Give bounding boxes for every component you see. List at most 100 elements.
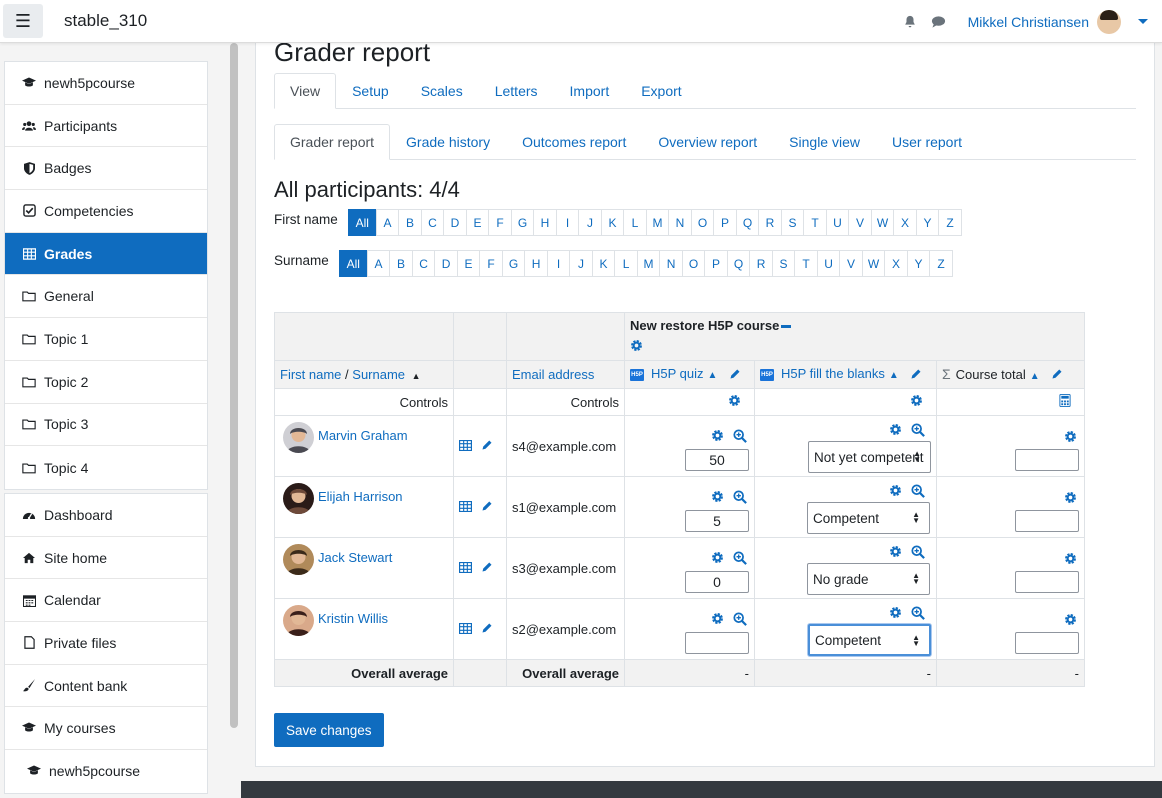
surname-initial-q[interactable]: Q (726, 250, 751, 277)
firstname-initial-x[interactable]: X (893, 209, 917, 236)
firstname-initial-i[interactable]: I (555, 209, 580, 236)
firstname-initial-e[interactable]: E (465, 209, 490, 236)
surname-initial-f[interactable]: F (479, 250, 503, 277)
save-changes-button[interactable]: Save changes (274, 713, 384, 747)
edit-pencil-icon[interactable] (910, 368, 922, 383)
sidebar-scrollbar[interactable] (230, 43, 238, 728)
firstname-initial-m[interactable]: M (645, 209, 670, 236)
sidebar-item-participants[interactable]: Participants (5, 105, 207, 148)
quiz-grade-input[interactable] (685, 632, 749, 654)
user-name-link[interactable]: Jack Stewart (318, 550, 392, 565)
gear-icon[interactable] (1064, 430, 1077, 446)
gear-icon[interactable] (889, 606, 902, 623)
tab-grade-history[interactable]: Grade history (390, 124, 506, 160)
surname-initial-l[interactable]: L (614, 250, 638, 277)
surname-initial-m[interactable]: M (636, 250, 661, 277)
surname-initial-all[interactable]: All (338, 250, 368, 277)
surname-initial-k[interactable]: K (591, 250, 616, 277)
sidebar-item-grades[interactable]: Grades (5, 232, 207, 276)
tab-export[interactable]: Export (625, 73, 697, 109)
firstname-initial-p[interactable]: P (713, 209, 737, 236)
calculator-icon[interactable] (1059, 394, 1071, 410)
avatar[interactable] (283, 422, 314, 453)
user-menu-chevron-down-icon[interactable] (1138, 19, 1148, 24)
zoom-in-icon[interactable] (733, 429, 747, 446)
firstname-initial-u[interactable]: U (825, 209, 850, 236)
sidebar-item-my-courses[interactable]: My courses (5, 707, 207, 751)
firstname-initial-l[interactable]: L (623, 209, 647, 236)
sidebar-item-competencies[interactable]: Competencies (5, 190, 207, 233)
quiz-grade-input[interactable]: 50 (685, 449, 749, 471)
gear-icon[interactable] (711, 490, 724, 507)
surname-initial-j[interactable]: J (569, 250, 593, 277)
sort-icon[interactable]: ▲︎ (889, 370, 899, 381)
table-icon[interactable] (458, 622, 473, 637)
zoom-in-icon[interactable] (733, 551, 747, 568)
edit-pencil-icon[interactable] (481, 500, 493, 515)
user-avatar[interactable] (1097, 9, 1121, 34)
total-grade-input[interactable] (1015, 448, 1079, 471)
quiz-grade-input[interactable]: 5 (685, 510, 749, 532)
zoom-in-icon[interactable] (911, 545, 925, 562)
user-name-link[interactable]: Marvin Graham (318, 428, 408, 443)
tab-outcomes-report[interactable]: Outcomes report (506, 124, 642, 160)
collapse-icon[interactable] (781, 325, 792, 329)
sidebar-item-newh5pcourse[interactable]: newh5pcourse (5, 750, 207, 793)
sidebar-item-content-bank[interactable]: Content bank (5, 665, 207, 708)
blanks-grade-select[interactable]: Competent ▲ ▼ (808, 624, 931, 656)
gear-icon[interactable] (1064, 491, 1077, 507)
firstname-initial-y[interactable]: Y (915, 209, 940, 236)
tab-view[interactable]: View (274, 73, 337, 109)
tab-scales[interactable]: Scales (405, 73, 479, 109)
sidebar-item-dashboard[interactable]: Dashboard (5, 494, 207, 537)
drawer-toggle-button[interactable]: ☰ (3, 4, 43, 38)
surname-initial-u[interactable]: U (816, 250, 841, 277)
firstname-initial-g[interactable]: G (510, 209, 535, 236)
quiz-grade-input[interactable]: 0 (685, 571, 749, 593)
avatar[interactable] (283, 605, 314, 636)
firstname-initial-w[interactable]: W (870, 209, 895, 236)
surname-initial-o[interactable]: O (681, 250, 706, 277)
gear-icon[interactable] (711, 429, 724, 446)
firstname-initial-o[interactable]: O (690, 209, 715, 236)
bell-icon[interactable] (902, 14, 918, 30)
gear-icon[interactable] (889, 545, 902, 562)
zoom-in-icon[interactable] (733, 612, 747, 629)
firstname-initial-j[interactable]: J (578, 209, 602, 236)
site-name[interactable]: stable_310 (64, 11, 147, 31)
firstname-initial-d[interactable]: D (443, 209, 467, 236)
surname-initial-t[interactable]: T (794, 250, 818, 277)
sidebar-item-topic-2[interactable]: Topic 2 (5, 361, 207, 404)
quiz-column-link[interactable]: H5P quiz (651, 366, 704, 381)
table-icon[interactable] (458, 561, 473, 576)
tab-single-view[interactable]: Single view (773, 124, 876, 160)
tab-letters[interactable]: Letters (479, 73, 554, 109)
surname-initial-x[interactable]: X (884, 250, 908, 277)
category-gear-icon[interactable] (630, 339, 643, 355)
zoom-in-icon[interactable] (911, 423, 925, 440)
zoom-in-icon[interactable] (911, 606, 925, 623)
sort-email-link[interactable]: Email address (512, 367, 594, 382)
gear-icon[interactable] (728, 394, 741, 410)
edit-pencil-icon[interactable] (481, 622, 493, 637)
gear-icon[interactable] (711, 612, 724, 629)
blanks-column-link[interactable]: H5P fill the blanks (781, 366, 885, 381)
blanks-grade-select[interactable]: No grade ▲ ▼ (807, 563, 930, 595)
tab-import[interactable]: Import (554, 73, 626, 109)
firstname-initial-c[interactable]: C (420, 209, 445, 236)
firstname-initial-a[interactable]: A (375, 209, 400, 236)
sidebar-item-newh5pcourse[interactable]: newh5pcourse (5, 62, 207, 105)
surname-initial-n[interactable]: N (659, 250, 683, 277)
gear-icon[interactable] (1064, 613, 1077, 629)
avatar[interactable] (283, 483, 314, 514)
surname-initial-y[interactable]: Y (906, 250, 931, 277)
tab-user-report[interactable]: User report (876, 124, 978, 160)
gear-icon[interactable] (1064, 552, 1077, 568)
firstname-initial-t[interactable]: T (803, 209, 827, 236)
table-icon[interactable] (458, 500, 473, 515)
sort-surname-link[interactable]: Surname (352, 367, 405, 382)
tab-overview-report[interactable]: Overview report (642, 124, 773, 160)
gear-icon[interactable] (711, 551, 724, 568)
sort-icon[interactable]: ▲︎ (1030, 371, 1040, 382)
firstname-initial-f[interactable]: F (488, 209, 512, 236)
